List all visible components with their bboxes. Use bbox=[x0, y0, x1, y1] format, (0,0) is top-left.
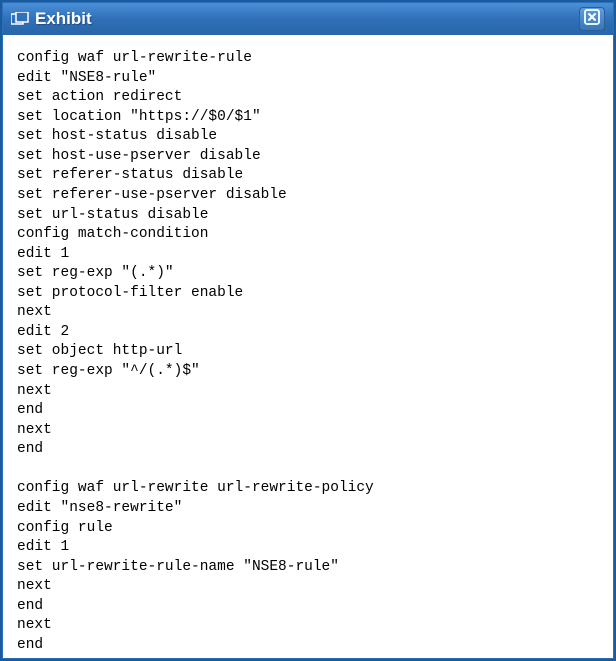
code-line: edit 1 bbox=[17, 246, 69, 262]
code-line: edit "nse8-rewrite" bbox=[17, 500, 182, 516]
code-line: set host-use-pserver disable bbox=[17, 148, 261, 164]
code-line: end bbox=[17, 402, 43, 418]
window-title: Exhibit bbox=[35, 9, 92, 29]
window-icon bbox=[11, 12, 29, 26]
code-line: next bbox=[17, 422, 52, 438]
code-line: set referer-status disable bbox=[17, 167, 243, 183]
content-area: config waf url-rewrite-rule edit "NSE8-r… bbox=[3, 35, 613, 658]
code-line: next bbox=[17, 304, 52, 320]
code-line: edit 1 bbox=[17, 539, 69, 555]
code-line: config waf url-rewrite url-rewrite-polic… bbox=[17, 480, 374, 496]
code-line: next bbox=[17, 617, 52, 633]
code-line: config waf url-rewrite-rule bbox=[17, 50, 252, 66]
code-line: end bbox=[17, 637, 43, 653]
config-code: config waf url-rewrite-rule edit "NSE8-r… bbox=[17, 49, 599, 655]
code-line: edit 2 bbox=[17, 324, 69, 340]
code-line: end bbox=[17, 441, 43, 457]
code-line: config match-condition bbox=[17, 226, 208, 242]
code-line: next bbox=[17, 578, 52, 594]
code-line: set reg-exp "^/(.*)$" bbox=[17, 363, 200, 379]
close-icon bbox=[584, 9, 600, 30]
code-line: set object http-url bbox=[17, 343, 182, 359]
code-line: set reg-exp "(.*)" bbox=[17, 265, 174, 281]
code-line: edit "NSE8-rule" bbox=[17, 70, 156, 86]
code-line: config rule bbox=[17, 520, 113, 536]
titlebar-left: Exhibit bbox=[11, 9, 92, 29]
code-line: next bbox=[17, 383, 52, 399]
code-line: set protocol-filter enable bbox=[17, 285, 243, 301]
code-line: set url-status disable bbox=[17, 207, 208, 223]
code-line: end bbox=[17, 598, 43, 614]
code-line: set host-status disable bbox=[17, 128, 217, 144]
code-line: set location "https://$0/$1" bbox=[17, 109, 261, 125]
close-button[interactable] bbox=[579, 7, 605, 31]
titlebar: Exhibit bbox=[3, 3, 613, 35]
exhibit-window: Exhibit config waf url-rewrite-rule edit… bbox=[2, 2, 614, 659]
code-line: set action redirect bbox=[17, 89, 182, 105]
code-line: set url-rewrite-rule-name "NSE8-rule" bbox=[17, 559, 339, 575]
code-line: set referer-use-pserver disable bbox=[17, 187, 287, 203]
